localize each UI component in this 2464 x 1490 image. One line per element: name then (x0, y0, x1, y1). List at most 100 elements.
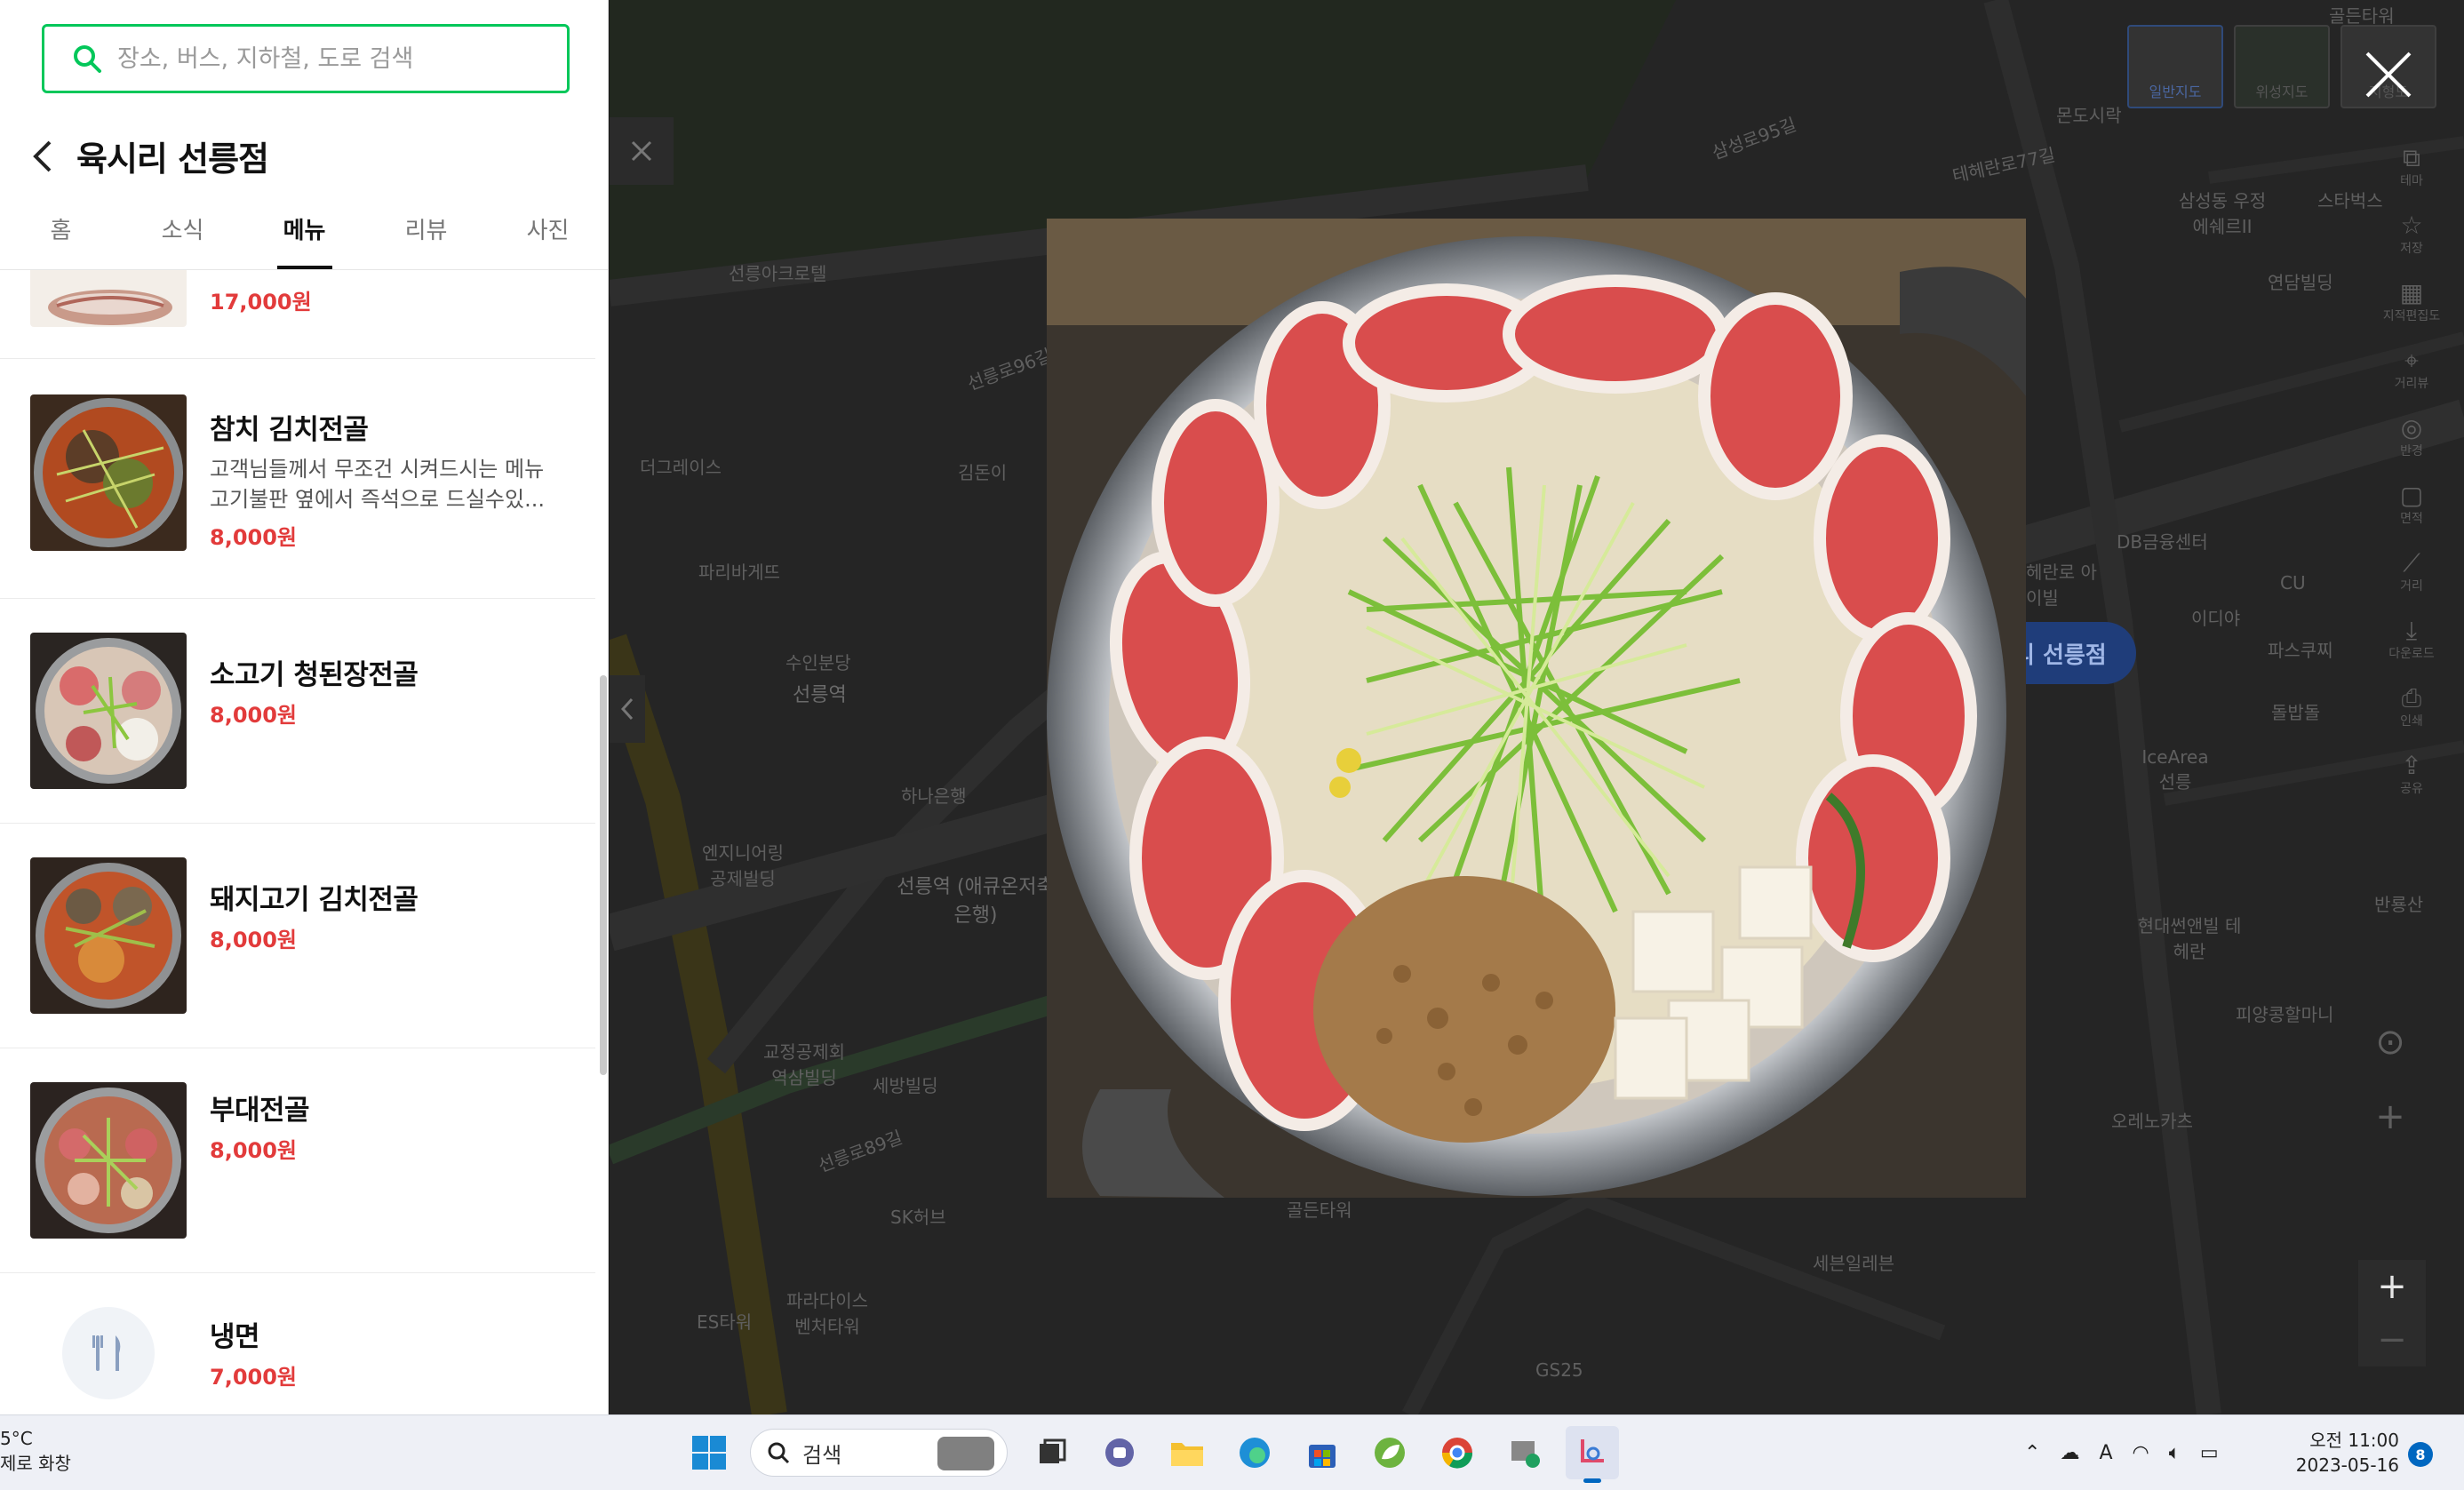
tool-radius[interactable]: ◎ 반경 (2380, 403, 2443, 471)
menu-item[interactable]: 돼지고기 김치전골 8,000원 (0, 824, 595, 1048)
menu-thumbnail (30, 633, 187, 789)
menu-name: 소고기 청된장전골 (210, 659, 419, 691)
chrome-button[interactable] (1431, 1426, 1484, 1479)
menu-thumbnail (30, 394, 187, 551)
menu-desc: 고객님들께서 무조건 시켜드시는 메뉴 고기불판 옆에서 즉석으로 드실수있..… (210, 454, 574, 514)
tab-menu[interactable]: 메뉴 (243, 203, 365, 269)
grid-icon: ▦ (2399, 278, 2424, 307)
tool-label: 테마 (2400, 174, 2423, 188)
maptype-satellite[interactable]: 위성지도 (2234, 25, 2330, 108)
map-label: 파라다이스 벤처타워 (786, 1290, 868, 1337)
map-label: DB금융센터 (2117, 531, 2208, 553)
weather-widget[interactable]: 5°C 제로 화창 (0, 1426, 71, 1476)
place-tabs: 홈 소식 메뉴 리뷰 사진 (0, 203, 608, 270)
edge-button[interactable] (1228, 1426, 1281, 1479)
tool-print[interactable]: ⎙ 인쇄 (2380, 673, 2443, 741)
chevron-up-icon[interactable]: ⌃ (2024, 1442, 2040, 1464)
task-view-icon (1040, 1438, 1066, 1463)
menu-thumbnail (30, 1082, 187, 1239)
search-box[interactable] (42, 24, 570, 93)
tool-label: 인쇄 (2400, 714, 2423, 729)
close-panel-button[interactable] (610, 117, 674, 185)
ime-indicator[interactable]: A (2099, 1442, 2112, 1464)
tool-label: 공유 (2400, 782, 2423, 796)
menu-name: 돼지고기 김치전골 (210, 884, 419, 916)
tool-label: 저장 (2400, 242, 2423, 256)
menu-desc-line: 고기불판 옆에서 즉석으로 드실수있... (210, 487, 545, 512)
area-icon: ▢ (2399, 481, 2424, 510)
tab-photo[interactable]: 사진 (487, 203, 608, 269)
wifi-icon[interactable]: ◠ (2133, 1442, 2149, 1464)
locate-me-icon[interactable]: ⊙ (2358, 1013, 2422, 1072)
tool-cadastral[interactable]: ▦ 지적편집도 (2380, 268, 2443, 336)
volume-icon[interactable]: 🔈︎ (2169, 1442, 2181, 1464)
map-label: 선릉역 (793, 684, 847, 706)
tab-review[interactable]: 리뷰 (365, 203, 487, 269)
menu-item[interactable]: 소고기 청된장전골 8,000원 (0, 599, 595, 824)
tab-home[interactable]: 홈 (0, 203, 122, 269)
file-explorer-button[interactable] (1160, 1426, 1214, 1479)
close-viewer-button[interactable] (2360, 46, 2417, 103)
menu-item[interactable]: 부대전골 8,000원 (0, 1048, 595, 1273)
battery-icon[interactable]: ▭ (2200, 1442, 2219, 1464)
store-icon (1309, 1445, 1336, 1468)
store-button[interactable] (1296, 1426, 1349, 1479)
menu-price: 8,000원 (210, 525, 297, 550)
zoom-in-small-icon[interactable]: + (2358, 1088, 2422, 1146)
tool-distance[interactable]: ⟋ 거리 (2380, 538, 2443, 606)
ruler-icon: ⟋ (2403, 548, 2420, 578)
food-photo (1047, 219, 2026, 1198)
onedrive-cloud-icon[interactable]: ☁ (2060, 1442, 2079, 1464)
map-label: 스타벅스 (2317, 190, 2383, 211)
clock[interactable]: 오전 11:00 2023-05-16 (2293, 1428, 2399, 1478)
panel-scrollbar[interactable] (600, 675, 607, 1075)
maptype-label: 일반지도 (2149, 84, 2202, 100)
tool-streetview[interactable]: ⌖ 거리뷰 (2380, 336, 2443, 403)
map-label: 엔지니어링 공제빌딩 (702, 842, 784, 889)
map-label: 골든타워 (1287, 1199, 1352, 1221)
menu-price: 8,000원 (210, 1138, 297, 1163)
notification-badge[interactable]: 8 (2408, 1442, 2433, 1467)
maptype-normal[interactable]: 일반지도 (2127, 25, 2223, 108)
map-label: 이디야 (2191, 608, 2241, 629)
map-toolbar: ⧉ 테마 ☆ 저장 ▦ 지적편집도 ⌖ 거리뷰 ◎ 반경 ▢ 면적 ⟋ 거리 ⤓ 다운로드 ⎙ 인… (2378, 133, 2445, 809)
map-area[interactable]: 골든타워 몬도시락 테헤란로77길 삼성로95길 스타벅스 삼성동 우정에쉐르I… (610, 0, 2464, 1414)
spring-app-button[interactable] (1363, 1426, 1416, 1479)
tool-label: 거리뷰 (2394, 377, 2429, 391)
media-app-button[interactable] (1498, 1426, 1551, 1479)
tool-save[interactable]: ☆ 저장 (2380, 201, 2443, 268)
tool-area[interactable]: ▢ 면적 (2380, 471, 2443, 538)
task-view-button[interactable] (1025, 1426, 1079, 1479)
map-label: 삼성동 우정에쉐르II (2178, 190, 2267, 237)
map-label: 교정공제회 역삼빌딩 (763, 1041, 845, 1088)
menu-price: 8,000원 (210, 928, 297, 952)
tool-download[interactable]: ⤓ 다운로드 (2380, 606, 2443, 673)
teams-chat-button[interactable] (1093, 1426, 1146, 1479)
start-button[interactable] (682, 1426, 736, 1479)
menu-item[interactable]: 냉면 7,000원 (0, 1273, 595, 1414)
zoom-out-button[interactable]: − (2358, 1313, 2426, 1366)
edge-icon (1240, 1438, 1270, 1468)
map-label: 세방빌딩 (873, 1075, 938, 1096)
print-icon: ⎙ (2401, 683, 2422, 713)
menu-item[interactable]: 17,000원 (0, 270, 595, 359)
zoom-in-button[interactable]: + (2358, 1260, 2426, 1313)
zoom-controls: + − (2358, 1260, 2426, 1366)
tool-theme[interactable]: ⧉ 테마 (2380, 133, 2443, 201)
layers-icon: ⧉ (2403, 143, 2420, 172)
map-label: 돌밥돌 (2271, 702, 2321, 723)
snipping-tool-button[interactable] (1566, 1426, 1619, 1479)
collapse-panel-button[interactable] (610, 675, 645, 743)
menu-price: 8,000원 (210, 703, 297, 728)
search-input[interactable] (117, 44, 535, 73)
menu-thumbnail (30, 857, 187, 1014)
menu-desc-line: 고객님들께서 무조건 시켜드시는 메뉴 (210, 457, 545, 482)
menu-item[interactable]: 참치 김치전골 고객님들께서 무조건 시켜드시는 메뉴 고기불판 옆에서 즉석으… (0, 359, 595, 599)
tool-share[interactable]: ⇪ 공유 (2380, 741, 2443, 809)
taskbar-search[interactable]: 검색 (750, 1429, 1008, 1477)
windows-taskbar: 5°C 제로 화창 검색 ⌃ ☁ A ◠ 🔈︎ ▭ 오전 11:00 2023-… (0, 1414, 2464, 1490)
tab-news[interactable]: 소식 (122, 203, 243, 269)
place-panel: 육시리 선릉점 홈 소식 메뉴 리뷰 사진 17,000원 (0, 0, 609, 1414)
menu-price: 7,000원 (210, 1365, 297, 1390)
back-button[interactable] (27, 137, 59, 176)
